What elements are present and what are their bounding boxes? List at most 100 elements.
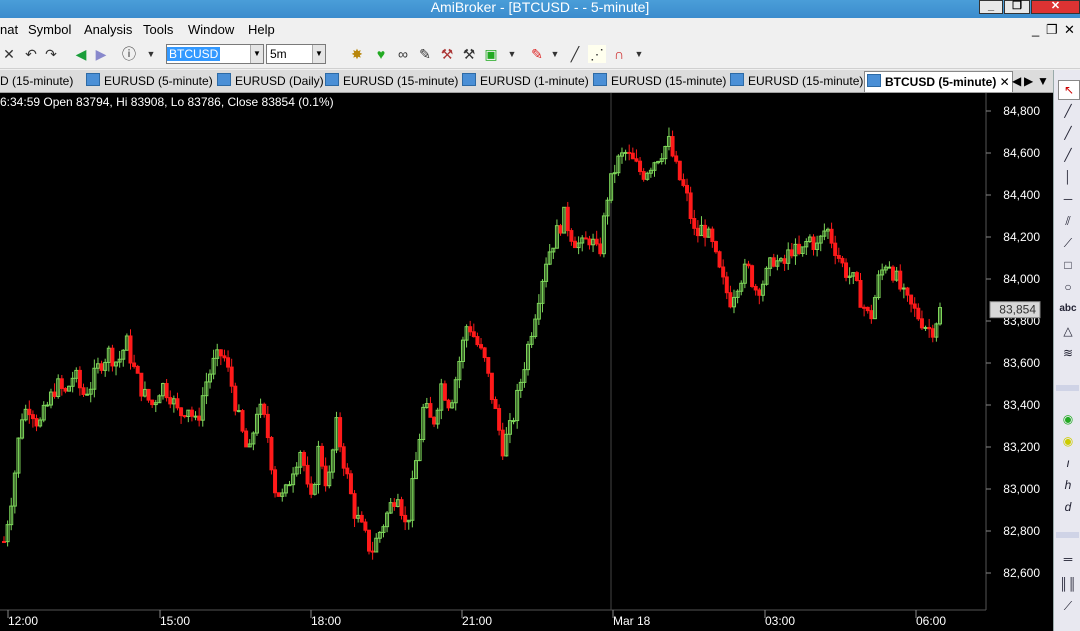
candle-body	[99, 363, 104, 371]
chevron-down-icon[interactable]: ▼	[250, 45, 263, 63]
forward-icon[interactable]: ▶	[92, 45, 110, 63]
notes-icon[interactable]: ✎	[416, 45, 434, 63]
arrow-down-circle-icon[interactable]: ◉	[1058, 432, 1078, 450]
candle-body	[797, 243, 802, 254]
vertical-line-icon[interactable]: │	[1058, 168, 1078, 186]
candle-body	[222, 355, 227, 359]
candle-body	[262, 403, 267, 415]
candle-body	[34, 418, 39, 427]
back-icon[interactable]: ◀	[72, 45, 90, 63]
candle-body	[345, 467, 350, 475]
pen-color-icon[interactable]: ✎	[528, 45, 546, 63]
candlestick-chart[interactable]: 84,80084,60084,40084,20084,00083,80083,6…	[0, 93, 1053, 631]
candle-body	[164, 383, 169, 399]
dropdown-icon[interactable]: ▼	[142, 45, 160, 63]
dotted-line-icon[interactable]: ⋰	[588, 45, 606, 63]
tab-document[interactable]: EURUSD (15-minute)	[730, 73, 863, 90]
price-chart[interactable]: 84,800 84,600 84,400 84,200 84,000 83,800 83,6…	[0, 93, 1053, 631]
chart-icon	[462, 73, 476, 86]
menu-symbol[interactable]: Symbol	[28, 22, 71, 37]
tab-document[interactable]: EURUSD (5-minute)	[86, 73, 213, 90]
interval-combo[interactable]: 5m ▼	[266, 44, 326, 64]
italic-tool-icon[interactable]: ı	[1058, 454, 1078, 472]
candle-body	[493, 399, 498, 410]
menu-analysis[interactable]: Analysis	[84, 22, 132, 37]
candle-body	[479, 344, 484, 349]
dropdown-icon[interactable]: ▼	[630, 45, 648, 63]
mdi-minimize-icon[interactable]: _	[1032, 22, 1039, 37]
pitchfork-icon[interactable]: ⟋	[1058, 597, 1078, 615]
tab-scroll-left-icon[interactable]: ◀	[1012, 73, 1021, 90]
restore-button[interactable]: ❐	[1004, 0, 1030, 14]
candle-body	[110, 347, 115, 367]
rectangle-icon[interactable]: □	[1058, 256, 1078, 274]
ray-icon[interactable]: ╱	[1058, 124, 1078, 142]
tab-document[interactable]: D (15-minute)	[0, 73, 73, 90]
candle-body	[305, 464, 310, 485]
tab-list-icon[interactable]: ▼	[1037, 73, 1049, 90]
interval-select[interactable]: 5m	[267, 47, 287, 61]
candle-body	[771, 257, 776, 267]
redo-icon[interactable]: ↷	[42, 45, 60, 63]
toolbar-separator	[1056, 532, 1079, 538]
channel-icon[interactable]: ⫽	[1058, 212, 1078, 230]
gann-fan-icon[interactable]: ⟋	[1058, 234, 1078, 252]
close-button[interactable]: ✕	[1031, 0, 1080, 14]
tools-icon[interactable]: ⚒	[460, 45, 478, 63]
candle-body	[236, 410, 241, 413]
minimize-button[interactable]: _	[979, 0, 1003, 14]
chevron-down-icon[interactable]: ▼	[312, 45, 325, 63]
cut-icon[interactable]: ✕	[0, 45, 18, 63]
tab-close-icon[interactable]: ✕	[1000, 75, 1010, 89]
text-tool-icon[interactable]: abc	[1058, 300, 1078, 318]
mdi-restore-icon[interactable]: ❐	[1046, 22, 1058, 38]
candle-body	[240, 410, 245, 432]
tab-active-btcusd[interactable]: BTCUSD (5-minute) ✕	[864, 71, 1013, 92]
hook-tool-icon[interactable]: h	[1058, 476, 1078, 494]
horizontal-line-icon[interactable]: ─	[1058, 190, 1078, 208]
menu-window[interactable]: Window	[188, 22, 234, 37]
menu-help[interactable]: Help	[248, 22, 275, 37]
pointer-icon[interactable]: ↖	[1058, 80, 1080, 100]
favorites-icon[interactable]: ♥	[372, 45, 390, 63]
undo-icon[interactable]: ↶	[22, 45, 40, 63]
candle-body	[363, 521, 368, 531]
y-tick-label: 84,600	[1003, 146, 1040, 160]
candle-body	[179, 407, 184, 417]
magnet-icon[interactable]: ∩	[610, 45, 628, 63]
candle-body	[623, 151, 628, 154]
fibonacci-icon[interactable]: ≋	[1058, 344, 1078, 362]
menu-tools[interactable]: Tools	[143, 22, 173, 37]
symbol-input[interactable]: BTCUSD	[167, 47, 221, 61]
chart-icon[interactable]: ▣	[482, 45, 500, 63]
triangle-icon[interactable]: △	[1058, 322, 1078, 340]
delta-tool-icon[interactable]: d	[1058, 498, 1078, 516]
line-tool-icon[interactable]: ╱	[566, 45, 584, 63]
menu-format[interactable]: nat	[0, 22, 18, 37]
gear-icon[interactable]: ✸	[348, 45, 366, 63]
dropdown-icon[interactable]: ▼	[546, 45, 564, 63]
mdi-close-icon[interactable]: ✕	[1064, 22, 1075, 38]
ellipse-icon[interactable]: ○	[1058, 278, 1078, 296]
candle-body	[341, 446, 346, 469]
candle-body	[359, 514, 364, 523]
glasses-icon[interactable]: ∞	[394, 45, 412, 63]
info-icon[interactable]: ⓘ	[120, 45, 138, 63]
hammer-icon[interactable]: ⚒	[438, 45, 456, 63]
candle-body	[594, 238, 599, 245]
separator-line-icon[interactable]: ═	[1058, 550, 1078, 568]
cycle-lines-icon[interactable]: ║║	[1058, 575, 1078, 593]
dropdown-icon[interactable]: ▼	[503, 45, 521, 63]
tab-document[interactable]: EURUSD (Daily)	[217, 73, 324, 90]
tab-document[interactable]: EURUSD (1-minute)	[462, 73, 589, 90]
trendline-icon[interactable]: ╱	[1058, 102, 1078, 120]
symbol-combo[interactable]: BTCUSD ▼	[166, 44, 264, 64]
candle-body	[182, 415, 187, 418]
tab-document[interactable]: EURUSD (15-minute)	[593, 73, 726, 90]
tab-document[interactable]: EURUSD (15-minute)	[325, 73, 458, 90]
tab-scroll-right-icon[interactable]: ▶	[1024, 73, 1033, 90]
y-tick-label: 84,200	[1003, 230, 1040, 244]
extended-line-icon[interactable]: ╱	[1058, 146, 1078, 164]
title-bar: AmiBroker - [BTCUSD - - 5-minute] _ ❐ ✕	[0, 0, 1080, 18]
arrow-up-circle-icon[interactable]: ◉	[1058, 410, 1078, 428]
